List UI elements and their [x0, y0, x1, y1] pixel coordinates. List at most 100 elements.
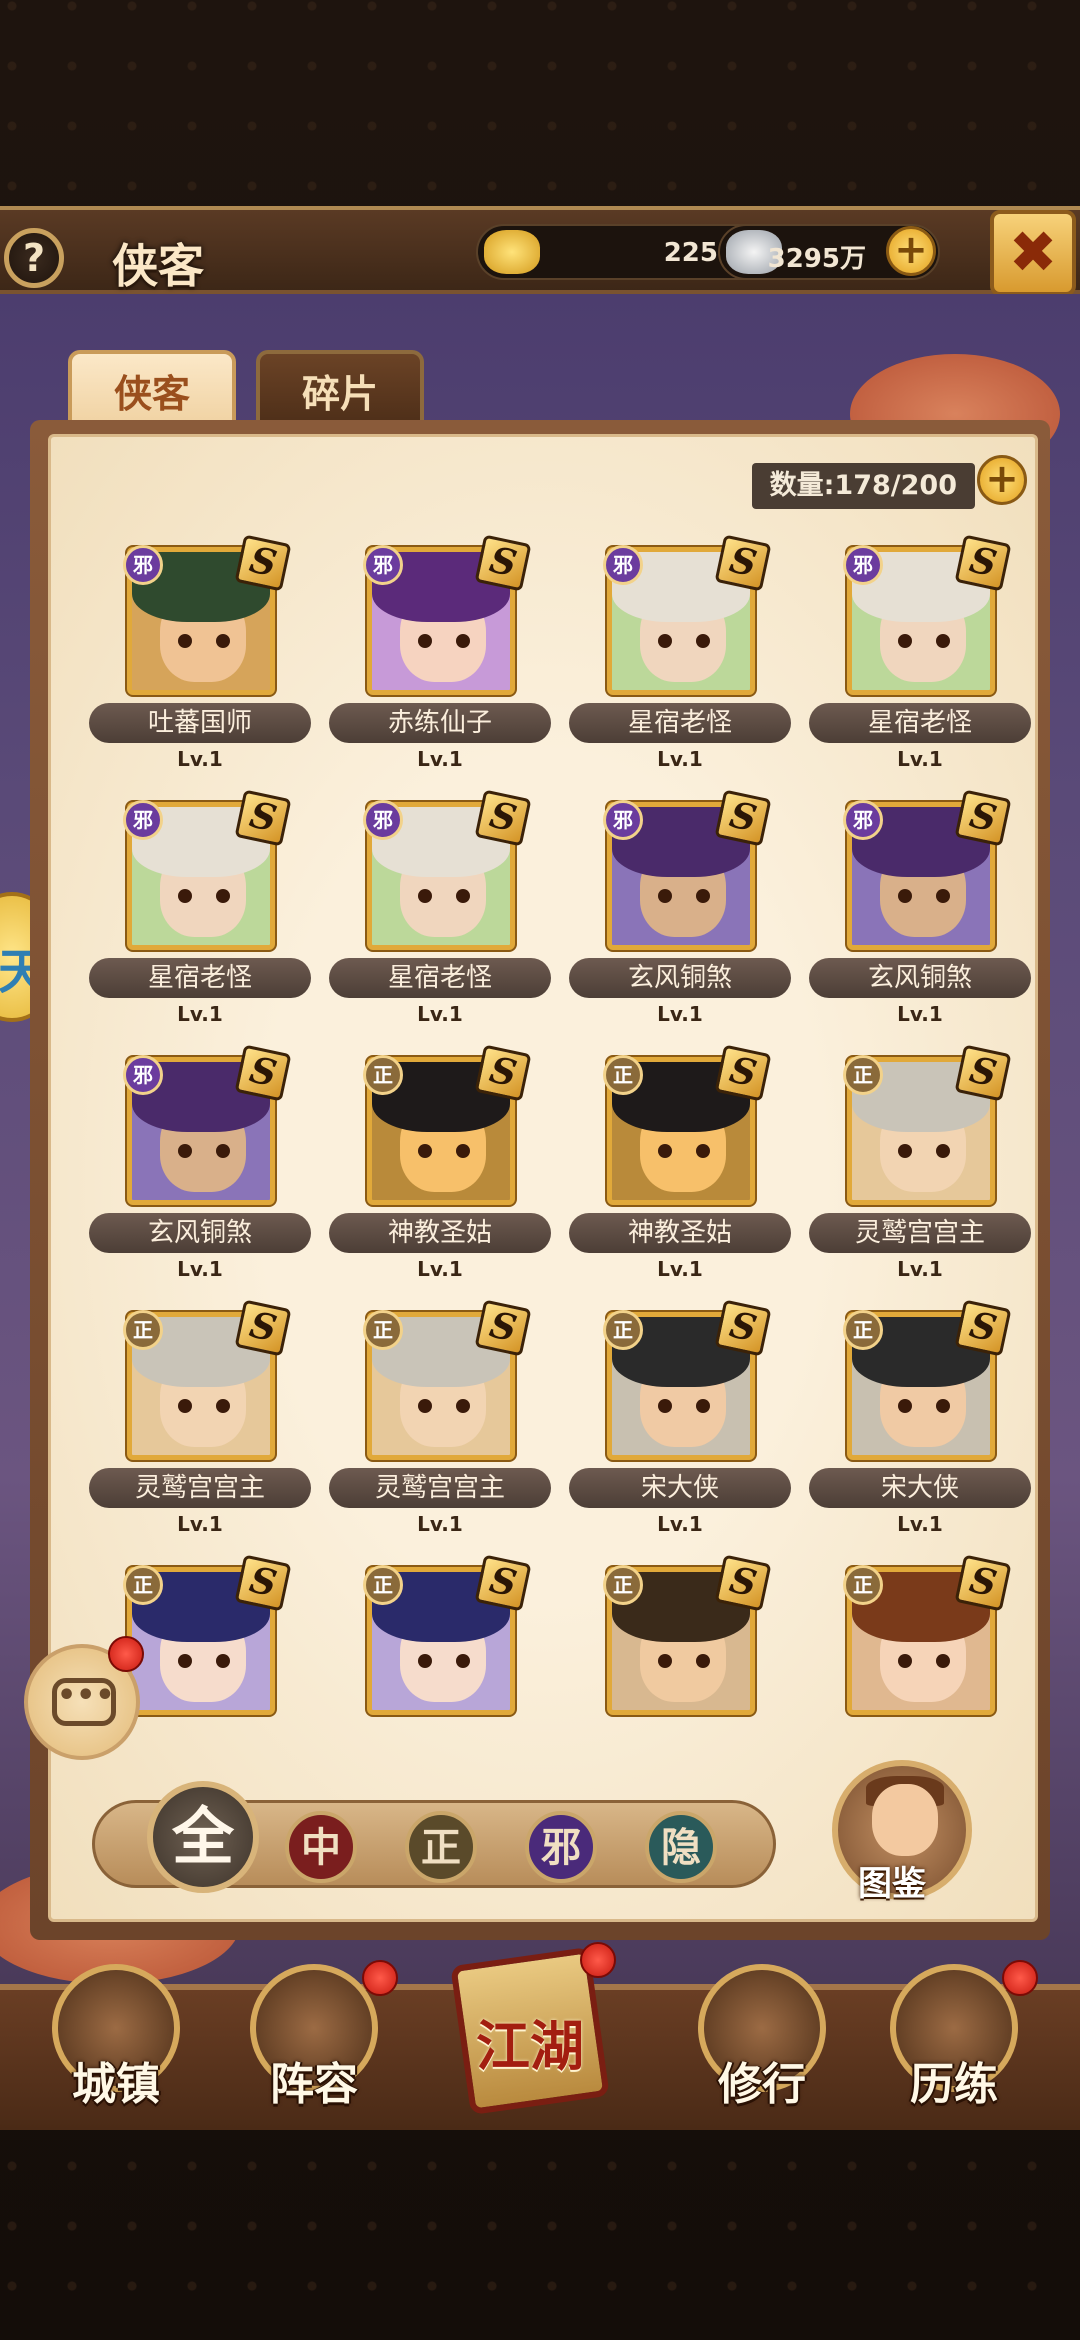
hero-eyes: [178, 634, 230, 648]
hero-name: 灵鹫宫宫主: [89, 1468, 311, 1508]
faction-badge: 正: [603, 1310, 643, 1350]
faction-badge: 正: [363, 1310, 403, 1350]
nav-jianghu[interactable]: 江湖: [440, 1942, 620, 2126]
filter-all-button[interactable]: 全: [147, 1781, 259, 1893]
faction-badge: 正: [603, 1565, 643, 1605]
gold-value: 225: [663, 238, 718, 268]
hero-name: 灵鹫宫宫主: [809, 1213, 1031, 1253]
hero-eyes: [658, 1144, 710, 1158]
hero-eyes: [898, 634, 950, 648]
silver-value: 3295万: [767, 244, 866, 274]
rarity-s-icon: S: [234, 1554, 292, 1612]
hero-card[interactable]: 正 S 灵鹫宫宫主 Lv.1: [809, 1044, 1031, 1307]
hero-name: 星宿老怪: [329, 958, 551, 998]
rarity-s-icon: S: [954, 1044, 1012, 1102]
hero-level: Lv.1: [177, 1002, 223, 1026]
hero-eyes: [178, 1399, 230, 1413]
hero-card[interactable]: 邪 S 星宿老怪 Lv.1: [809, 534, 1031, 797]
help-button[interactable]: ?: [4, 228, 64, 288]
hero-card[interactable]: 正 S 灵鹫宫宫主 Lv.1: [89, 1299, 311, 1562]
rarity-s-icon: S: [474, 1299, 532, 1357]
rarity-s-icon: S: [714, 789, 772, 847]
faction-badge: 正: [603, 1055, 643, 1095]
hero-card[interactable]: 正S: [329, 1554, 532, 1817]
close-button[interactable]: ✖: [990, 210, 1076, 296]
hero-card[interactable]: 邪 S 星宿老怪 Lv.1: [569, 534, 791, 797]
gallery-label: 图鉴: [858, 1864, 926, 1904]
filter-evil-button[interactable]: 邪: [525, 1811, 597, 1883]
faction-badge: 邪: [123, 545, 163, 585]
top-header: ? 侠客 225 + 3295万 + ✖: [0, 206, 1080, 296]
hero-card[interactable]: 正 S 宋大侠 Lv.1: [809, 1299, 1031, 1562]
rarity-s-icon: S: [234, 789, 292, 847]
hero-card[interactable]: 正S: [569, 1554, 772, 1817]
silver-currency: 3295万 +: [718, 224, 940, 280]
rarity-s-icon: S: [234, 1044, 292, 1102]
hero-card[interactable]: 邪 S 玄风铜煞 Lv.1: [809, 789, 1031, 1052]
rarity-s-icon: S: [234, 534, 292, 592]
rarity-s-icon: S: [954, 1299, 1012, 1357]
nav-label: 城镇: [72, 2059, 160, 2110]
hero-card[interactable]: 邪 S 星宿老怪 Lv.1: [89, 789, 311, 1052]
gallery-button[interactable]: 图鉴: [832, 1760, 972, 1904]
hero-card[interactable]: 邪 S 吐蕃国师 Lv.1: [89, 534, 311, 797]
hero-eyes: [418, 1144, 470, 1158]
filter-neutral-button[interactable]: 中: [285, 1811, 357, 1883]
hero-name: 宋大侠: [809, 1468, 1031, 1508]
hero-level: Lv.1: [417, 1257, 463, 1281]
hero-level: Lv.1: [897, 1512, 943, 1536]
hero-card[interactable]: 正 S 神教圣姑 Lv.1: [569, 1044, 791, 1307]
hero-panel-inner: 数量:178/200 + 邪 S 吐蕃国师 Lv.1 邪 S 赤练仙子 Lv.1 邪 S 星宿老怪 L…: [48, 434, 1038, 1922]
tab-fragments[interactable]: 碎片: [256, 350, 424, 430]
nav-label: 历练: [910, 2059, 998, 2110]
chat-notification-dot: [108, 1636, 144, 1672]
tab-heroes[interactable]: 侠客: [68, 350, 236, 430]
nav-town[interactable]: 城镇: [46, 1964, 186, 2114]
hero-level: Lv.1: [657, 1002, 703, 1026]
nav-label: 修行: [718, 2059, 806, 2110]
faction-badge: 正: [123, 1565, 163, 1605]
hero-card[interactable]: 正 S 灵鹫宫宫主 Lv.1: [329, 1299, 551, 1562]
faction-badge: 正: [843, 1055, 883, 1095]
faction-badge: 邪: [123, 800, 163, 840]
hero-eyes: [658, 889, 710, 903]
rarity-s-icon: S: [234, 1299, 292, 1357]
rarity-s-icon: S: [714, 1554, 772, 1612]
hero-level: Lv.1: [897, 1257, 943, 1281]
expand-capacity-button[interactable]: +: [977, 455, 1027, 505]
faction-badge: 邪: [363, 800, 403, 840]
hero-eyes: [658, 1399, 710, 1413]
hero-name: 宋大侠: [569, 1468, 791, 1508]
hero-card[interactable]: 邪 S 玄风铜煞 Lv.1: [569, 789, 791, 1052]
filter-hidden-button[interactable]: 隐: [645, 1811, 717, 1883]
nav-training[interactable]: 历练: [884, 1960, 1038, 2114]
hero-panel: 数量:178/200 + 邪 S 吐蕃国师 Lv.1 邪 S 赤练仙子 Lv.1 邪 S 星宿老怪 L…: [30, 420, 1050, 1940]
hero-eyes: [898, 1654, 950, 1668]
hero-level: Lv.1: [177, 1512, 223, 1536]
hero-card[interactable]: 正 S 神教圣姑 Lv.1: [329, 1044, 551, 1307]
nav-cultivation[interactable]: 修行: [692, 1964, 832, 2114]
hero-card[interactable]: 邪 S 赤练仙子 Lv.1: [329, 534, 551, 797]
hero-card[interactable]: 邪 S 玄风铜煞 Lv.1: [89, 1044, 311, 1307]
hero-card[interactable]: 邪 S 星宿老怪 Lv.1: [329, 789, 551, 1052]
hero-name: 神教圣姑: [329, 1213, 551, 1253]
hero-name: 神教圣姑: [569, 1213, 791, 1253]
hero-eyes: [658, 1654, 710, 1668]
hero-card[interactable]: 正 S 宋大侠 Lv.1: [569, 1299, 791, 1562]
hero-level: Lv.1: [417, 1002, 463, 1026]
gallery-hero-face: [872, 1784, 938, 1856]
hero-eyes: [418, 634, 470, 648]
hero-eyes: [418, 1399, 470, 1413]
nav-label: 阵容: [270, 2059, 358, 2110]
add-silver-button[interactable]: +: [886, 226, 936, 276]
nav-label: 江湖: [476, 2014, 584, 2078]
faction-badge: 邪: [363, 545, 403, 585]
rarity-s-icon: S: [714, 534, 772, 592]
faction-badge: 邪: [123, 1055, 163, 1095]
hero-level: Lv.1: [177, 747, 223, 771]
hero-name: 星宿老怪: [809, 703, 1031, 743]
hero-name: 玄风铜煞: [809, 958, 1031, 998]
nav-lineup[interactable]: 阵容: [244, 1960, 398, 2114]
filter-righteous-button[interactable]: 正: [405, 1811, 477, 1883]
faction-badge: 正: [363, 1565, 403, 1605]
